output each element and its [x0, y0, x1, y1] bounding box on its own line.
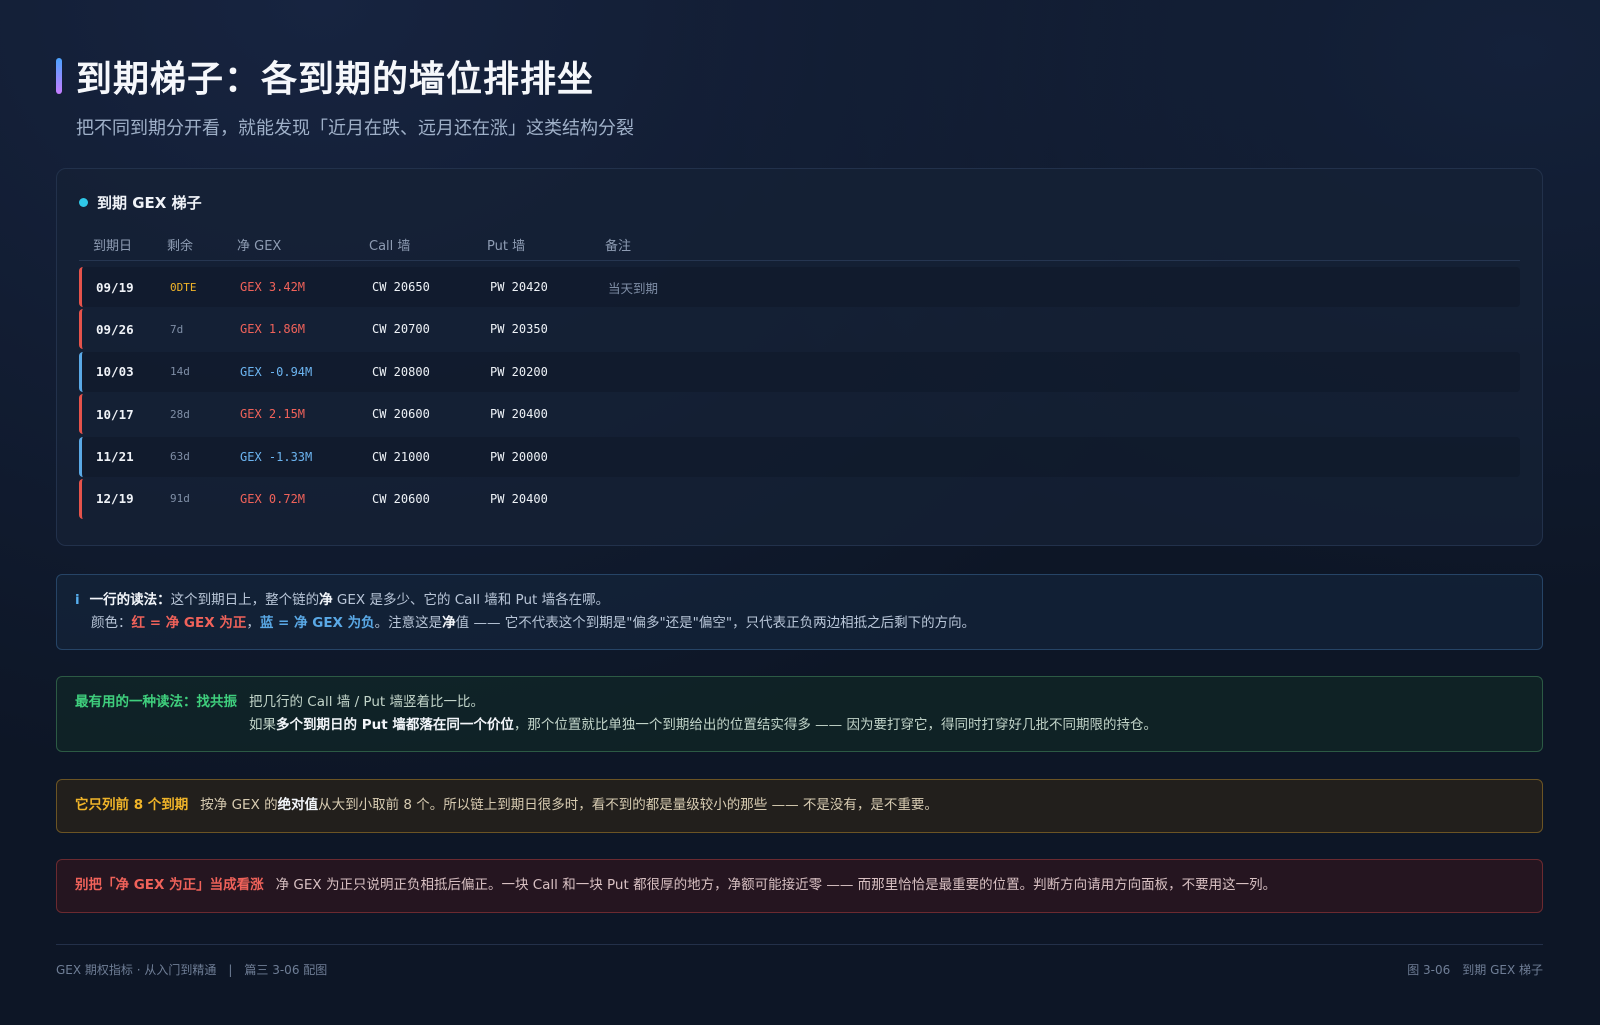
info-text: 。注意这是 [374, 615, 443, 631]
info-text: 这个到期日上，整个链的 [170, 592, 320, 608]
table-row: 10/17 28d GEX 2.15M CW 20600 PW 20400 [79, 394, 1520, 435]
info-callout: i 一行的读法：这个到期日上，整个链的净 GEX 是多少、它的 Call 墙和 P… [56, 574, 1543, 650]
cell-put-wall: PW 20420 [490, 280, 548, 294]
card-header: 到期 GEX 梯子 [79, 189, 1520, 215]
resonance-line-1: 把几行的 Call 墙 / Put 墙竖着比一比。 [249, 694, 484, 710]
info-text: 颜色： [91, 615, 132, 631]
top8-emphasis: 绝对值 [277, 797, 319, 813]
cell-net-gex: GEX 0.72M [240, 491, 306, 506]
table-row: 11/21 63d GEX -1.33M CW 21000 PW 20000 [79, 436, 1520, 477]
cell-remaining: 0DTE [170, 280, 197, 294]
col-put-wall: Put 墙 [487, 239, 526, 254]
table-row: 12/19 91d GEX 0.72M CW 20600 PW 20400 [79, 478, 1520, 519]
table-header: 到期日 剩余 净 GEX Call 墙 Put 墙 备注 [79, 229, 1520, 261]
table-body: 09/19 0DTE GEX 3.42M CW 20650 PW 20420 当… [79, 267, 1520, 519]
warning-callout: 别把「净 GEX 为正」当成看涨净 GEX 为正只说明正负相抵后偏正。一块 Ca… [56, 859, 1543, 913]
col-call-wall: Call 墙 [369, 239, 411, 254]
table-row: 09/26 7d GEX 1.86M CW 20700 PW 20350 [79, 309, 1520, 350]
resonance-body: 把几行的 Call 墙 / Put 墙竖着比一比。 如果多个到期日的 Put 墙… [249, 691, 1157, 737]
cell-date: 11/21 [96, 449, 134, 465]
resonance-text: ，那个位置就比单独一个到期给出的位置结实得多 —— 因为要打穿它，得同时打穿好几… [513, 717, 1157, 733]
gex-ladder-card: 到期 GEX 梯子 到期日 剩余 净 GEX Call 墙 Put 墙 备注 0… [56, 168, 1543, 546]
cell-remaining: 7d [170, 322, 184, 336]
page: 到期梯子：各到期的墙位排排坐 把不同到期分开看，就能发现「近月在跌、远月还在涨」… [56, 52, 1543, 977]
cell-net-gex: GEX 1.86M [240, 322, 306, 337]
info-emphasis: 净 [319, 592, 333, 608]
col-note: 备注 [605, 239, 632, 254]
cell-date: 09/26 [96, 321, 134, 337]
cell-call-wall: CW 21000 [372, 449, 430, 464]
cell-call-wall: CW 20600 [372, 491, 430, 506]
cell-date: 10/03 [96, 364, 134, 380]
cell-remaining: 91d [170, 492, 190, 506]
info-icon: i [75, 592, 80, 608]
info-emphasis: 净 [442, 615, 456, 631]
cell-note: 当天到期 [608, 280, 659, 296]
title-row: 到期梯子：各到期的墙位排排坐 [56, 52, 1543, 100]
warning-text: 净 GEX 为正只说明正负相抵后偏正。一块 Call 和一块 Put 都很厚的地… [275, 877, 1277, 893]
cell-put-wall: PW 20400 [490, 407, 548, 422]
top8-callout: 它只列前 8 个到期 按净 GEX 的绝对值从大到小取前 8 个。所以链上到期日很… [56, 779, 1543, 833]
cell-call-wall: CW 20600 [372, 407, 430, 422]
col-remaining: 剩余 [167, 239, 194, 254]
table-row: 10/03 14d GEX -0.94M CW 20800 PW 20200 [79, 351, 1520, 392]
positive-legend: 红 = 净 GEX 为正 [131, 615, 247, 631]
info-line-2: 颜色：红 = 净 GEX 为正，蓝 = 净 GEX 为负。注意这是净值 —— 它… [75, 612, 1524, 635]
cell-net-gex: GEX -1.33M [240, 449, 313, 464]
cell-call-wall: CW 20650 [372, 280, 430, 294]
cell-call-wall: CW 20700 [372, 322, 430, 337]
cell-net-gex: GEX 2.15M [240, 407, 306, 422]
bullet-dot-icon [79, 197, 88, 207]
resonance-text: 如果 [249, 717, 276, 733]
title-accent-bar [56, 58, 62, 94]
info-line-1: i 一行的读法：这个到期日上，整个链的净 GEX 是多少、它的 Call 墙和 P… [75, 589, 1524, 612]
cell-put-wall: PW 20000 [490, 449, 548, 464]
top8-text: 按净 GEX 的 [200, 797, 278, 813]
resonance-label: 最有用的一种读法：找共振 [75, 694, 237, 710]
footer-left: GEX 期权指标 · 从入门到精通 | 篇三 3-06 配图 [56, 963, 328, 977]
cell-call-wall: CW 20800 [372, 364, 430, 379]
info-label: 一行的读法： [89, 592, 171, 608]
footer-right: 图 3-06 到期 GEX 梯子 [1407, 963, 1543, 977]
resonance-line-2: 如果多个到期日的 Put 墙都落在同一个价位，那个位置就比单独一个到期给出的位置… [249, 714, 1157, 737]
cell-net-gex: GEX -0.94M [240, 364, 313, 379]
cell-put-wall: PW 20350 [490, 322, 548, 337]
resonance-emphasis: 多个到期日的 Put 墙都落在同一个价位 [276, 717, 514, 733]
info-text: GEX 是多少、它的 Call 墙和 Put 墙各在哪。 [332, 592, 610, 608]
cell-put-wall: PW 20200 [490, 364, 548, 379]
info-text: 值 —— 它不代表这个到期是"偏多"还是"偏空"，只代表正负两边相抵之后剩下的方… [455, 615, 976, 631]
cell-put-wall: PW 20400 [490, 491, 548, 506]
col-net-gex: 净 GEX [237, 239, 282, 254]
cell-date: 10/17 [96, 406, 134, 422]
page-title: 到期梯子：各到期的墙位排排坐 [76, 59, 595, 100]
cell-remaining: 28d [170, 407, 190, 421]
top8-label: 它只列前 8 个到期 [75, 797, 189, 813]
resonance-callout: 最有用的一种读法：找共振 把几行的 Call 墙 / Put 墙竖着比一比。 如… [56, 676, 1543, 752]
table-row: 09/19 0DTE GEX 3.42M CW 20650 PW 20420 当… [79, 267, 1520, 307]
card-title: 到期 GEX 梯子 [97, 193, 202, 212]
cell-net-gex: GEX 3.42M [240, 280, 306, 294]
cell-remaining: 14d [170, 365, 190, 379]
page-subtitle: 把不同到期分开看，就能发现「近月在跌、远月还在涨」这类结构分裂 [76, 118, 634, 139]
cell-date: 09/19 [96, 279, 134, 295]
negative-legend: 蓝 = 净 GEX 为负 [259, 615, 375, 631]
cell-remaining: 63d [170, 450, 190, 464]
top8-text: 从大到小取前 8 个。所以链上到期日很多时，看不到的都是量级较小的那些 —— 不… [318, 797, 938, 813]
footer: GEX 期权指标 · 从入门到精通 | 篇三 3-06 配图 图 3-06 到期… [56, 944, 1543, 978]
cell-date: 12/19 [96, 491, 134, 507]
col-date: 到期日 [93, 239, 133, 254]
info-text: ， [246, 615, 260, 631]
warning-label: 别把「净 GEX 为正」当成看涨 [75, 877, 264, 893]
